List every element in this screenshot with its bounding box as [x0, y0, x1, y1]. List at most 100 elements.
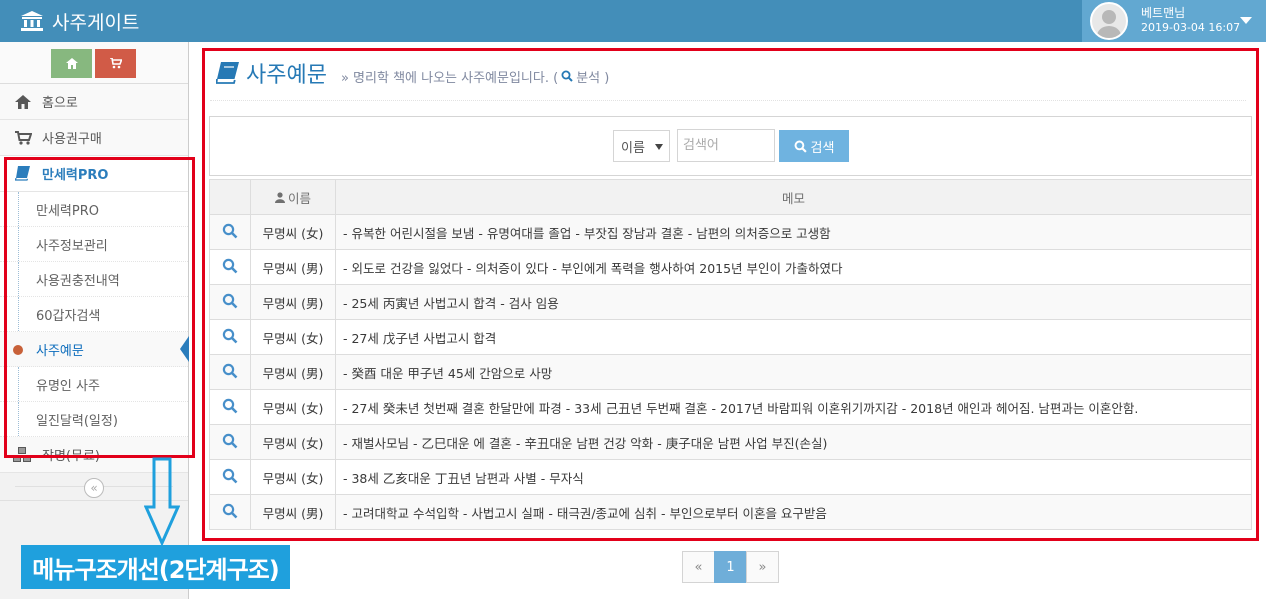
search-icon[interactable]	[222, 363, 238, 379]
search-icon	[794, 140, 807, 153]
row-view-cell[interactable]	[209, 494, 251, 530]
saju-table: 이름 메모 무명씨 (女) - 유복한 어린시절을 보냄 - 유명여대를 졸업 -…	[209, 179, 1252, 530]
sidebar-item-label: 사용권구매	[42, 132, 102, 147]
search-icon[interactable]	[222, 223, 238, 239]
table-row[interactable]: 무명씨 (女) - 38세 乙亥대운 丁丑년 남편과 사별 - 무자식	[209, 459, 1252, 495]
table-row[interactable]: 무명씨 (男) - 고려대학교 수석입학 - 사법고시 실패 - 태극권/종교에 …	[209, 494, 1252, 530]
row-view-cell[interactable]	[209, 214, 251, 250]
row-view-cell[interactable]	[209, 389, 251, 425]
table-row[interactable]: 무명씨 (女) - 27세 戊子년 사법고시 합격	[209, 319, 1252, 355]
submenu-item-manseryeok-pro[interactable]: 만세력PRO	[0, 192, 188, 227]
row-view-cell[interactable]	[209, 459, 251, 495]
row-view-cell[interactable]	[209, 424, 251, 460]
search-icon[interactable]	[222, 433, 238, 449]
app-title: 사주게이트	[52, 11, 140, 34]
sidebar-item-home[interactable]: 홈으로	[0, 84, 188, 120]
row-view-cell[interactable]	[209, 284, 251, 320]
page-header: 사주예문 » 명리학 책에 나오는 사주예문입니다. ( 분석 )	[216, 57, 609, 89]
search-input[interactable]	[677, 129, 775, 162]
submenu-item-iljin-calendar[interactable]: 일진달력(일정)	[0, 402, 188, 437]
table-header-icon	[209, 179, 251, 215]
sidebar-item-label: 만세력PRO	[42, 168, 109, 183]
table-row[interactable]: 무명씨 (男) - 癸酉 대운 甲子년 45세 간암으로 사망	[209, 354, 1252, 390]
pagination-next-button[interactable]: »	[746, 551, 779, 583]
main-content: 사주예문 » 명리학 책에 나오는 사주예문입니다. ( 분석 ) 이름 검색어…	[190, 42, 1266, 599]
row-name: 무명씨 (男)	[250, 249, 336, 285]
search-icon[interactable]	[222, 503, 238, 519]
row-view-cell[interactable]	[209, 249, 251, 285]
home-shortcut-button[interactable]	[51, 49, 92, 78]
chevron-down-icon	[655, 144, 663, 150]
bank-icon	[21, 11, 43, 31]
sidebar-item-label: 작명(무료)	[42, 449, 100, 464]
user-name: 베트맨님	[1141, 6, 1186, 20]
submenu-item-60gapja[interactable]: 60갑자검색	[0, 297, 188, 332]
table-row[interactable]: 무명씨 (男) - 25세 丙寅년 사법고시 합격 - 검사 임용	[209, 284, 1252, 320]
header-divider	[210, 100, 1246, 101]
home-icon	[65, 58, 78, 69]
book-icon	[12, 166, 34, 181]
table-header-row: 이름 메모	[209, 179, 1252, 215]
submenu-item-label: 사주예문	[36, 343, 84, 359]
analysis-label: 분석 )	[576, 70, 610, 86]
submenu-item-label: 사주정보관리	[36, 238, 108, 254]
home-icon	[12, 94, 34, 109]
row-name: 무명씨 (女)	[250, 389, 336, 425]
page-subtitle: » 명리학 책에 나오는 사주예문입니다. ( 분석 )	[341, 67, 609, 86]
cart-shortcut-button[interactable]	[95, 49, 136, 78]
double-chevron-left-icon[interactable]: «	[84, 478, 104, 498]
row-name: 무명씨 (女)	[250, 214, 336, 250]
row-memo: - 고려대학교 수석입학 - 사법고시 실패 - 태극권/종교에 심취 - 부인…	[335, 494, 1252, 530]
search-icon[interactable]	[222, 468, 238, 484]
table-header-name[interactable]: 이름	[250, 179, 336, 215]
row-view-cell[interactable]	[209, 354, 251, 390]
caret-down-icon[interactable]	[1240, 17, 1252, 24]
table-row[interactable]: 무명씨 (女) - 27세 癸未년 첫번째 결혼 한달만에 파경 - 33세 己丑…	[209, 389, 1252, 425]
search-field-select[interactable]: 이름	[613, 130, 670, 162]
submenu-item-label: 일진달력(일정)	[36, 413, 118, 429]
row-memo: - 38세 乙亥대운 丁丑년 남편과 사별 - 무자식	[335, 459, 1252, 495]
table-header-label: 이름	[287, 190, 311, 206]
table-row[interactable]: 무명씨 (女) - 재벌사모님 - 乙巳대운 에 결혼 - 辛丑대운 남편 건강 …	[209, 424, 1252, 460]
submenu-item-label: 사용권충전내역	[36, 273, 120, 289]
brand[interactable]: 사주게이트	[20, 6, 139, 36]
search-button-label: 검색	[810, 140, 835, 156]
search-icon[interactable]	[222, 328, 238, 344]
sidebar-item-label: 홈으로	[42, 96, 78, 111]
page-subtitle-text: » 명리학 책에 나오는 사주예문입니다. (	[340, 70, 559, 86]
search-icon[interactable]	[222, 293, 238, 309]
submenu: 만세력PRO 사주정보관리 사용권충전내역 60갑자검색 사주예문 유명인 사주…	[0, 192, 189, 437]
submenu-item-saju-examples[interactable]: 사주예문	[0, 332, 189, 367]
submenu-item-celebrity-saju[interactable]: 유명인 사주	[0, 367, 188, 402]
sidebar-item-purchase[interactable]: 사용권구매	[0, 120, 188, 156]
row-memo: - 癸酉 대운 甲子년 45세 간암으로 사망	[335, 354, 1252, 390]
sidebar-shortcuts	[0, 42, 188, 84]
submenu-item-label: 60갑자검색	[36, 308, 101, 324]
analysis-link[interactable]: 분석 )	[561, 67, 609, 86]
user-menu[interactable]: 베트맨님 2019-03-04 16:07	[1082, 0, 1266, 42]
active-arrow-icon	[180, 336, 189, 362]
pagination-page-button[interactable]: 1	[714, 551, 747, 583]
row-name: 무명씨 (男)	[250, 354, 336, 390]
cubes-icon	[12, 446, 34, 463]
search-icon[interactable]	[222, 258, 238, 274]
page-title: 사주예문	[246, 63, 327, 88]
table-header-memo: 메모	[335, 179, 1252, 215]
search-button[interactable]: 검색	[779, 130, 849, 162]
user-icon	[274, 191, 285, 203]
row-view-cell[interactable]	[209, 319, 251, 355]
arrow-down-icon	[144, 457, 180, 545]
sidebar-item-manseryeok[interactable]: 만세력PRO	[0, 156, 188, 192]
table-row[interactable]: 무명씨 (男) - 외도로 건강을 잃었다 - 의처증이 있다 - 부인에게 폭력…	[209, 249, 1252, 285]
row-memo: - 25세 丙寅년 사법고시 합격 - 검사 임용	[335, 284, 1252, 320]
table-row[interactable]: 무명씨 (女) - 유복한 어린시절을 보냄 - 유명여대를 졸업 - 부잣집 장…	[209, 214, 1252, 250]
submenu-item-saju-info[interactable]: 사주정보관리	[0, 227, 188, 262]
row-memo: - 27세 戊子년 사법고시 합격	[335, 319, 1252, 355]
row-memo: - 재벌사모님 - 乙巳대운 에 결혼 - 辛丑대운 남편 건강 악화 - 庚子…	[335, 424, 1252, 460]
search-icon[interactable]	[222, 398, 238, 414]
submenu-item-charge-history[interactable]: 사용권충전내역	[0, 262, 188, 297]
row-name: 무명씨 (女)	[250, 424, 336, 460]
select-value: 이름	[621, 140, 645, 156]
pagination-prev-button[interactable]: «	[682, 551, 715, 583]
submenu-item-label: 만세력PRO	[36, 203, 99, 219]
